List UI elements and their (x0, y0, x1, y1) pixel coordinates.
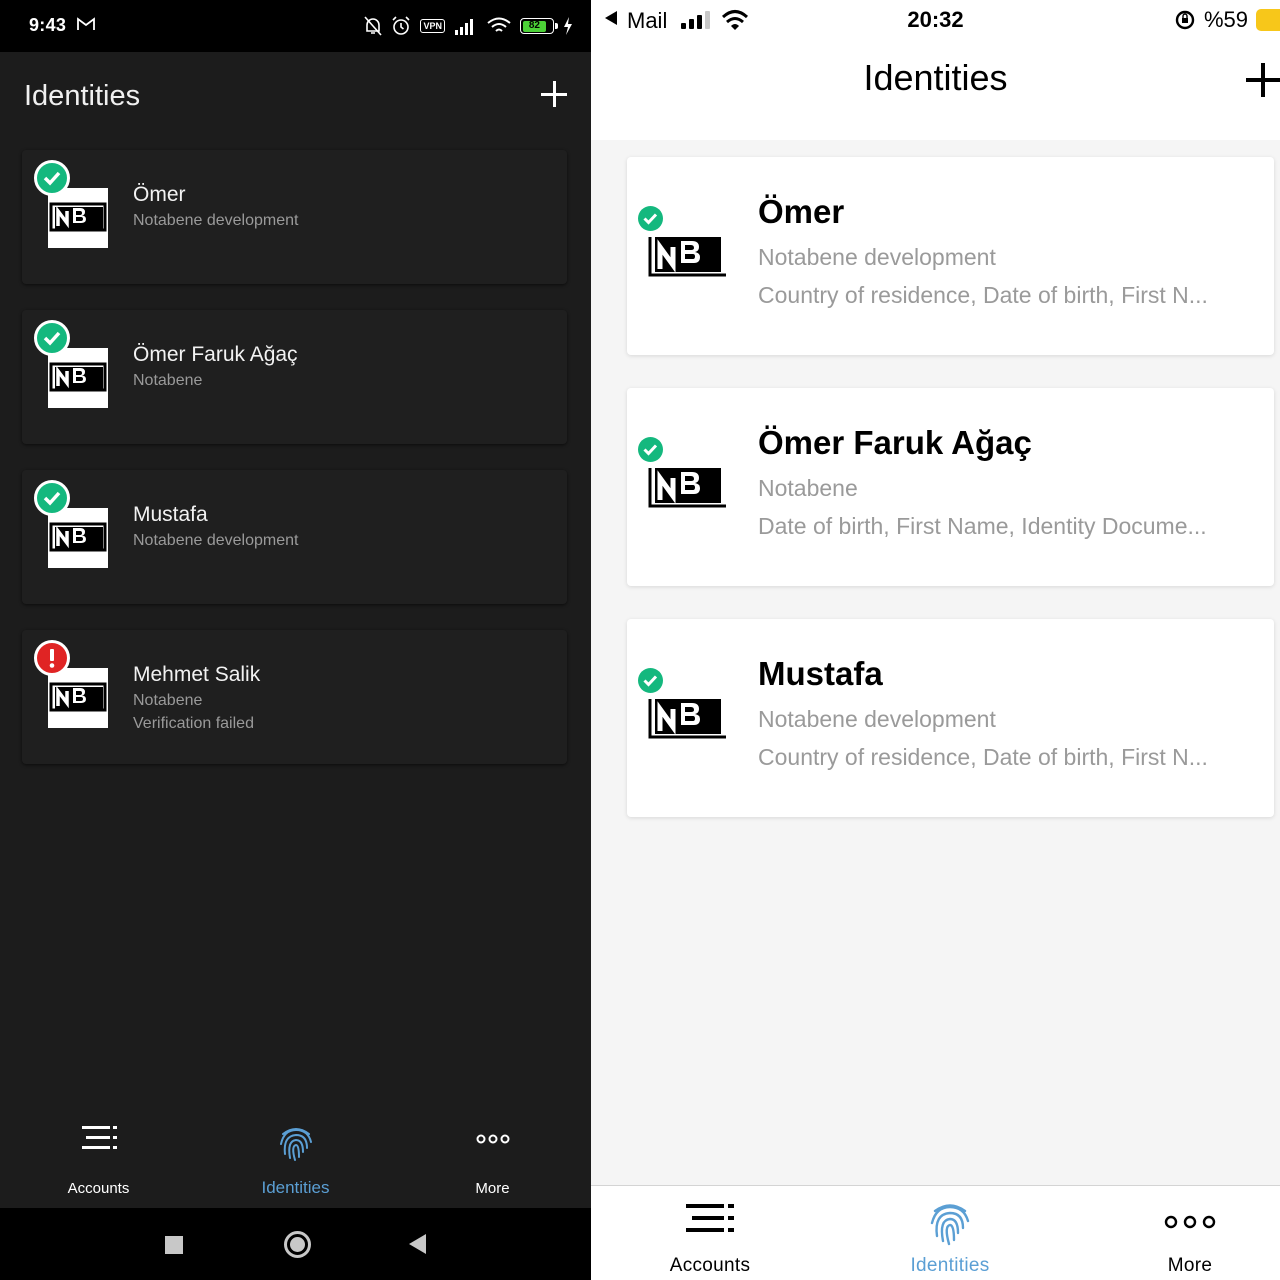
identity-name: Ömer Faruk Ağaç (758, 424, 1032, 461)
home-button[interactable] (284, 1231, 311, 1258)
tab-label: Accounts (67, 1180, 130, 1197)
fingerprint-icon (930, 1204, 970, 1246)
notabene-logo (648, 237, 726, 277)
status-time: 9:43 (29, 15, 67, 35)
identity-name: Mustafa (758, 655, 883, 692)
alarm-icon (392, 16, 411, 35)
identity-fields: Country of residence, Date of birth, Fir… (758, 282, 1208, 308)
tab-label: Accounts (669, 1255, 751, 1276)
identity-name: Ömer (133, 183, 186, 206)
verified-check-icon (34, 320, 70, 356)
more-icon (1164, 1215, 1216, 1229)
identity-card[interactable]: Mehmet Salik Notabene Verification faile… (22, 630, 567, 764)
accounts-icon (686, 1204, 734, 1232)
error-alert-icon (34, 640, 70, 676)
tab-accounts[interactable]: Accounts (0, 1110, 197, 1208)
recents-button[interactable] (165, 1236, 183, 1254)
notabene-logo (48, 188, 108, 248)
identity-org: Notabene (133, 692, 203, 709)
identity-card[interactable]: Ömer Notabene development (22, 150, 567, 284)
identity-name: Ömer (758, 193, 845, 230)
tab-identities[interactable]: Identities (835, 1186, 1065, 1280)
ios-status-bar: Mail 20:32 %59 (591, 0, 1280, 40)
wifi-icon (487, 17, 511, 32)
identity-card[interactable]: Mustafa Notabene development Country of … (627, 619, 1274, 817)
ios-header: Identities (591, 40, 1280, 140)
accounts-icon (81, 1126, 117, 1149)
back-button[interactable] (409, 1234, 426, 1254)
gmail-icon (77, 17, 95, 30)
vpn-badge: VPN (420, 19, 445, 33)
identity-card[interactable]: Ömer Faruk Ağaç Notabene Date of birth, … (627, 388, 1274, 586)
android-header: Identities (0, 52, 591, 140)
verified-check-icon (34, 480, 70, 516)
tab-more[interactable]: More (1075, 1186, 1280, 1280)
identity-org: Notabene (133, 372, 203, 389)
verified-check-icon (638, 668, 663, 693)
add-identity-button[interactable] (1246, 63, 1280, 97)
add-identity-button[interactable] (541, 81, 567, 107)
identity-org: Notabene development (133, 532, 299, 549)
ios-screen: Mail 20:32 %59 Identities Ömer Notabene … (591, 0, 1280, 1280)
tab-label: More (1167, 1255, 1213, 1276)
ios-tab-bar: Accounts Identities More (591, 1185, 1280, 1280)
identity-name: Mustafa (133, 503, 208, 526)
android-screen: 9:43 VPN 82 Identities Ömer Notabene dev… (0, 0, 591, 1280)
notabene-logo (48, 348, 108, 408)
signal-icon (455, 19, 473, 35)
battery-percent: %59 (1203, 7, 1248, 32)
identity-name: Ömer Faruk Ağaç (133, 343, 298, 366)
identity-org: Notabene development (758, 244, 996, 270)
notabene-logo (48, 508, 108, 568)
verified-check-icon (638, 437, 663, 462)
fingerprint-icon (279, 1128, 312, 1161)
page-title: Identities (24, 80, 141, 112)
tab-accounts[interactable]: Accounts (595, 1186, 825, 1280)
battery-icon: 82 (520, 18, 558, 34)
android-nav-bar (0, 1208, 591, 1280)
tab-label: Identities (261, 1178, 330, 1197)
identity-card[interactable]: Ömer Faruk Ağaç Notabene (22, 310, 567, 444)
charging-icon (564, 17, 572, 35)
notabene-logo (48, 668, 108, 728)
identity-fields: Country of residence, Date of birth, Fir… (758, 744, 1208, 770)
identity-card[interactable]: Ömer Notabene development Country of res… (627, 157, 1274, 355)
tab-label: More (475, 1180, 510, 1197)
identity-fields: Date of birth, First Name, Identity Docu… (758, 513, 1207, 539)
bell-off-icon (364, 16, 383, 36)
battery-icon (1256, 9, 1280, 31)
orientation-lock-icon (1175, 10, 1195, 30)
identity-name: Mehmet Salik (133, 663, 261, 686)
tab-more[interactable]: More (394, 1110, 591, 1208)
android-status-bar: 9:43 VPN 82 (0, 0, 591, 52)
verified-check-icon (34, 160, 70, 196)
tab-identities[interactable]: Identities (197, 1110, 394, 1208)
tab-label: Identities (910, 1255, 990, 1276)
verified-check-icon (638, 206, 663, 231)
identity-org: Notabene development (758, 706, 996, 732)
page-title: Identities (863, 57, 1008, 98)
more-icon (476, 1134, 509, 1144)
identity-org: Notabene development (133, 212, 299, 229)
identity-card[interactable]: Mustafa Notabene development (22, 470, 567, 604)
android-tab-bar: Accounts Identities More (0, 1110, 591, 1208)
identity-org: Notabene (758, 475, 858, 501)
verification-status: Verification failed (133, 715, 254, 732)
notabene-logo (648, 468, 726, 508)
notabene-logo (648, 699, 726, 739)
